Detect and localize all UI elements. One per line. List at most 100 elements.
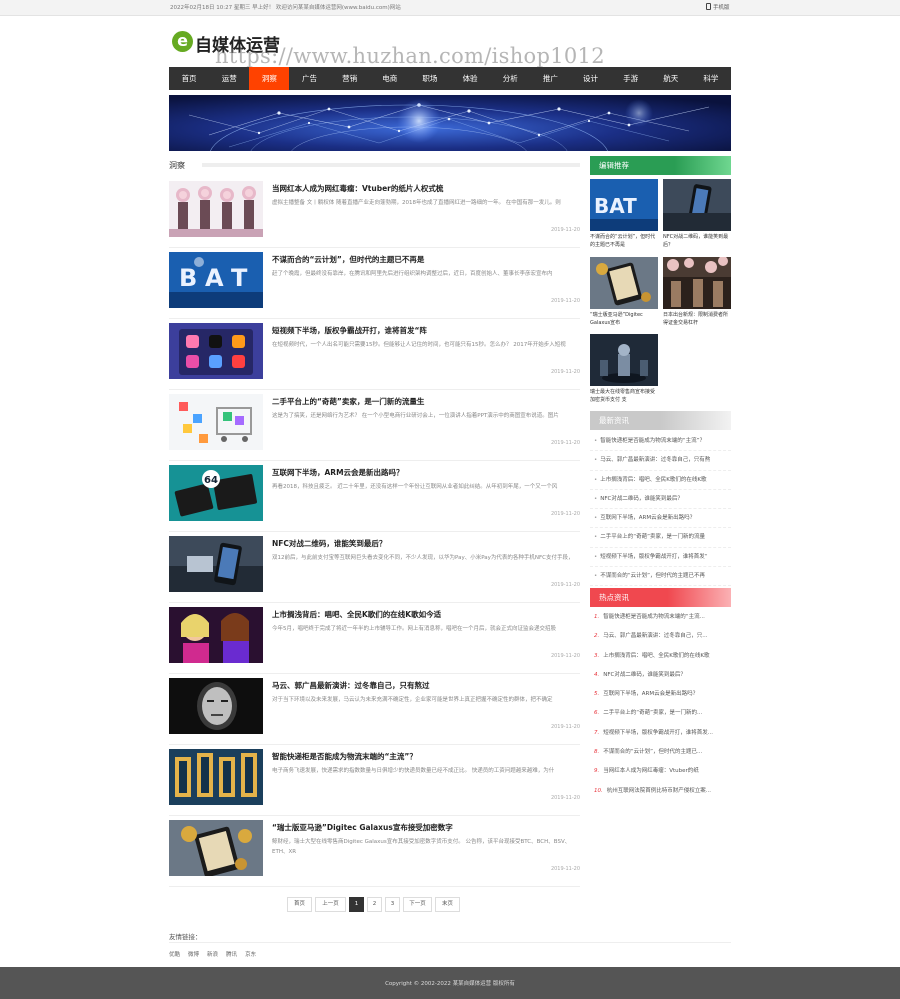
page-button[interactable]: 下一页 xyxy=(403,897,432,912)
hot-news-item[interactable]: 6. 二手平台上的“奇葩”卖家，是一门新的... xyxy=(590,704,731,723)
article-thumbnail[interactable] xyxy=(169,678,263,734)
article-item[interactable]: 短视频下半场，版权争霸战开打，谁将首发“阵 在短视频时代，一个人出名可能只需要15… xyxy=(169,323,580,390)
nav-item[interactable]: 广告 xyxy=(289,67,329,90)
svg-text:T: T xyxy=(231,264,248,292)
article-date: 2019-11-20 xyxy=(550,227,580,233)
article-title[interactable]: 二手平台上的“奇葩”卖家，是一门新的流量生 xyxy=(272,396,424,407)
hot-news-item[interactable]: 1. 智能快递柜是否能成为物流末端的“主流... xyxy=(590,608,731,627)
article-title[interactable]: 马云、郭广昌最新演讲：过冬靠自己，只有熬过 xyxy=(272,680,430,691)
article-item[interactable]: 智能快递柜是否能成为物流末端的“主流”？ 电子商务飞速发展，快递需求的指数数量与日… xyxy=(169,749,580,816)
editor-recommend-header: 编辑推荐 xyxy=(590,156,731,175)
nav-item[interactable]: 航天 xyxy=(651,67,691,90)
article-title[interactable]: 不谋而合的“云计划”，但时代的主题已不再是 xyxy=(272,254,424,265)
hot-news-item[interactable]: 8. 不谋而合的“云计划”，但时代的主题已... xyxy=(590,743,731,762)
recommend-thumbnail[interactable] xyxy=(590,257,658,309)
nav-item[interactable]: 首页 xyxy=(169,67,209,90)
article-item[interactable]: 二手平台上的“奇葩”卖家，是一门新的流量生 这是为了搞笑，还是网络行为艺术？ 在一… xyxy=(169,394,580,461)
hot-news-item[interactable]: 5. 互联网下半场，ARM云会是新出路吗？ xyxy=(590,685,731,704)
recommend-item[interactable]: “瑞士版亚马逊”Digitec Galaxus宣布 xyxy=(590,257,658,329)
article-title[interactable]: 互联网下半场，ARM云会是新出路吗？ xyxy=(272,467,404,478)
latest-news-item[interactable]: • NFC对战二维码，谁能笑到最后？ xyxy=(590,490,731,510)
hot-news-item[interactable]: 10. 杭州互联网法院首例比特币财产侵权立案... xyxy=(590,782,731,801)
hot-news-text: 互联网下半场，ARM云会是新出路吗？ xyxy=(603,691,699,698)
hot-news-text: 短视频下半场，版权争霸战开打，谁将首发... xyxy=(603,729,713,736)
article-thumbnail[interactable] xyxy=(169,323,263,379)
latest-news-item[interactable]: • 短视频下半场，版权争霸战开打，谁将首发“ xyxy=(590,548,731,568)
nav-item[interactable]: 职场 xyxy=(410,67,450,90)
latest-news-text: NFC对战二维码，谁能笑到最后？ xyxy=(600,495,683,502)
nav-item[interactable]: 推广 xyxy=(530,67,570,90)
recommend-item[interactable]: 瑞士最大在线零售商宣布接受加密货币支付 支 xyxy=(590,334,658,406)
article-thumbnail[interactable] xyxy=(169,394,263,450)
latest-news-text: 互联网下半场，ARM云会是新出路吗？ xyxy=(600,515,696,522)
article-thumbnail[interactable] xyxy=(169,749,263,805)
banner-image[interactable] xyxy=(169,95,731,151)
nav-item[interactable]: 分析 xyxy=(490,67,530,90)
hot-news-item[interactable]: 9. 当网红本人成为网红毒瘤：Vtuber的纸 xyxy=(590,762,731,781)
latest-news-item[interactable]: • 智能快递柜是否能成为物流末端的“主流”？ xyxy=(590,432,731,452)
recommend-caption[interactable]: 日本出台新规：限制消费者所得证金交易杠杆 xyxy=(663,311,731,328)
section-divider xyxy=(202,163,580,167)
article-date: 2019-11-20 xyxy=(550,369,580,375)
recommend-caption[interactable]: NFC对战二维码，谁能笑到最后？ xyxy=(663,233,731,250)
article-title[interactable]: 上市搁浅背后：唱吧、全民K歌们的在线K歌如今适 xyxy=(272,609,441,620)
recommend-item[interactable]: BAT 不谋而合的“云计划”，但时代的主题已不再是 xyxy=(590,179,658,251)
friend-link[interactable]: 腾讯 xyxy=(226,952,237,958)
article-title[interactable]: 短视频下半场，版权争霸战开打，谁将首发“阵 xyxy=(272,325,427,336)
nav-item[interactable]: 营销 xyxy=(330,67,370,90)
article-item[interactable]: “瑞士版亚马逊”Digitec Galaxus宣布接受加密数字 鲸财经，瑞士大型在… xyxy=(169,820,580,887)
latest-news-item[interactable]: • 互联网下半场，ARM云会是新出路吗？ xyxy=(590,509,731,529)
hot-news-item[interactable]: 2. 马云、郭广昌最新演讲：过冬靠自己，只... xyxy=(590,627,731,646)
hot-news-item[interactable]: 3. 上市搁浅背后：唱吧、全民K歌们的在线K歌 xyxy=(590,647,731,666)
recommend-caption[interactable]: 不谋而合的“云计划”，但时代的主题已不再是 xyxy=(590,233,658,250)
nav-item[interactable]: 设计 xyxy=(570,67,610,90)
page-button[interactable]: 1 xyxy=(349,897,364,912)
article-thumbnail[interactable] xyxy=(169,607,263,663)
article-title[interactable]: “瑞士版亚马逊”Digitec Galaxus宣布接受加密数字 xyxy=(272,822,453,833)
article-item[interactable]: 当网红本人成为网红毒瘤：Vtuber的纸片人权式梳 虚拟主播整备 文丨躺权体 随着… xyxy=(169,181,580,248)
recommend-thumbnail[interactable] xyxy=(590,334,658,386)
recommend-caption[interactable]: “瑞士版亚马逊”Digitec Galaxus宣布 xyxy=(590,311,658,328)
page-button[interactable]: 末页 xyxy=(435,897,460,912)
article-title[interactable]: 当网红本人成为网红毒瘤：Vtuber的纸片人权式梳 xyxy=(272,183,443,194)
article-title[interactable]: 智能快递柜是否能成为物流末端的“主流”？ xyxy=(272,751,417,762)
friend-link[interactable]: 优酷 xyxy=(169,952,180,958)
recommend-caption[interactable]: 瑞士最大在线零售商宣布接受加密货币支付 支 xyxy=(590,388,658,405)
recommend-thumbnail[interactable] xyxy=(663,179,731,231)
article-item[interactable]: 上市搁浅背后：唱吧、全民K歌们的在线K歌如今适 今年5月，唱吧终于完成了将近一年半… xyxy=(169,607,580,674)
article-item[interactable]: 马云、郭广昌最新演讲：过冬靠自己，只有熬过 对于当下环境以及未来发展，马云认为未来… xyxy=(169,678,580,745)
latest-news-item[interactable]: • 二手平台上的“奇葩”卖家，是一门新的流量 xyxy=(590,528,731,548)
page-button[interactable]: 上一页 xyxy=(315,897,346,912)
mobile-version-link[interactable]: 手机版 xyxy=(706,3,730,11)
nav-item[interactable]: 科学 xyxy=(691,67,731,90)
latest-news-item[interactable]: • 上市搁浅背后：唱吧、全民K歌们的在线K歌 xyxy=(590,471,731,490)
nav-item[interactable]: 手游 xyxy=(611,67,651,90)
article-item[interactable]: B A T 不谋而合的“云计划”，但时代的主题已不再是 赶了个晚霞，但最终没有靠岸，在腾… xyxy=(169,252,580,319)
latest-news-item[interactable]: • 不谋而合的“云计划”，但时代的主题已不再 xyxy=(590,567,731,587)
recommend-item[interactable]: NFC对战二维码，谁能笑到最后？ xyxy=(663,179,731,251)
friend-link[interactable]: 微博 xyxy=(188,952,199,958)
friend-link[interactable]: 新浪 xyxy=(207,952,218,958)
article-thumbnail[interactable]: BAT xyxy=(169,252,263,308)
nav-item[interactable]: 体验 xyxy=(450,67,490,90)
hot-news-item[interactable]: 4. NFC对战二维码，谁能笑到最后？ xyxy=(590,666,731,685)
article-thumbnail[interactable] xyxy=(169,536,263,592)
recommend-item[interactable]: 日本出台新规：限制消费者所得证金交易杠杆 xyxy=(663,257,731,329)
article-item[interactable]: NFC对战二维码，谁能笑到最后？ 双12前后，与此前支付宝等互联网巨头看去变化不同… xyxy=(169,536,580,603)
article-title[interactable]: NFC对战二维码，谁能笑到最后？ xyxy=(272,538,386,549)
nav-item[interactable]: 洞察 xyxy=(249,67,290,90)
latest-news-item[interactable]: • 马云、郭广昌最新演讲：过冬靠自己，只有熬 xyxy=(590,451,731,471)
recommend-thumbnail[interactable]: BAT xyxy=(590,179,658,231)
article-thumbnail[interactable] xyxy=(169,181,263,237)
hot-news-item[interactable]: 7. 短视频下半场，版权争霸战开打，谁将首发... xyxy=(590,724,731,743)
nav-item[interactable]: 运营 xyxy=(209,67,249,90)
article-thumbnail[interactable] xyxy=(169,820,263,876)
page-button[interactable]: 首页 xyxy=(287,897,312,912)
page-button[interactable]: 2 xyxy=(367,897,382,912)
article-thumbnail[interactable]: 64 xyxy=(169,465,263,521)
recommend-thumbnail[interactable] xyxy=(663,257,731,309)
friend-link[interactable]: 京东 xyxy=(245,952,256,958)
nav-item[interactable]: 电商 xyxy=(370,67,410,90)
article-item[interactable]: 64 互联网下半场，ARM云会是新出路吗？ 再看2018，科技且疲乏。 近二十年里，… xyxy=(169,465,580,532)
page-button[interactable]: 3 xyxy=(385,897,400,912)
